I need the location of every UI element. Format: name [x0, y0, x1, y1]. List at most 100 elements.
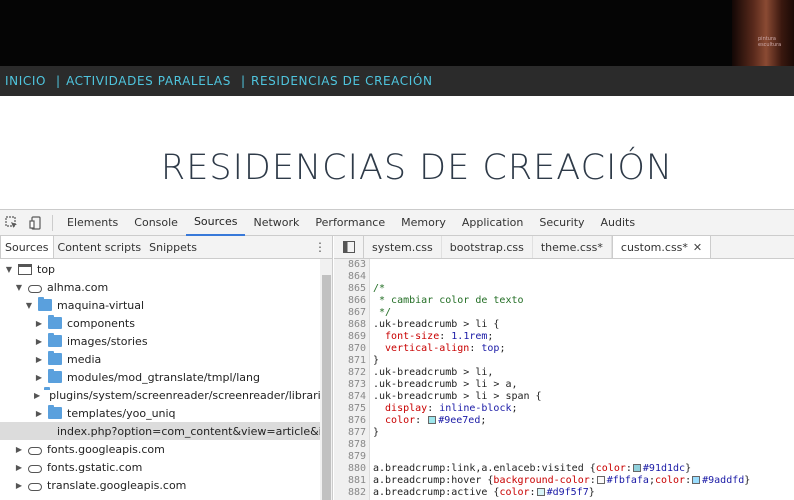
collapsed-arrow-icon[interactable]: ▶	[34, 337, 44, 346]
tree-item-label: top	[37, 262, 56, 276]
tree-item-maquina-virtual[interactable]: ▼ maquina-virtual	[0, 296, 321, 314]
collapsed-arrow-icon[interactable]: ▶	[14, 463, 24, 472]
collapsed-arrow-icon[interactable]: ▶	[34, 355, 44, 364]
folder-icon	[38, 297, 52, 311]
nav-link-actividades-paralelas[interactable]: ACTIVIDADES PARALELAS	[66, 74, 231, 88]
folder-icon	[48, 351, 62, 365]
editor-tab-system-css[interactable]: system.css	[364, 236, 442, 258]
collapsed-arrow-icon[interactable]: ▶	[14, 445, 24, 454]
code-declaration: display: inline-block;	[373, 403, 518, 414]
line-number: 869	[347, 331, 366, 342]
collapsed-arrow-icon[interactable]: ▶	[14, 481, 24, 490]
tree-item-fonts-googleapis[interactable]: ▶ fonts.googleapis.com	[0, 440, 321, 458]
close-tab-icon[interactable]: ✕	[693, 241, 702, 254]
tree-item-alhma[interactable]: ▼ alhma.com	[0, 278, 321, 296]
tab-sources[interactable]: Sources	[185, 210, 246, 236]
editor-tab-bootstrap-css[interactable]: bootstrap.css	[442, 236, 533, 258]
navigator-tab-snippets[interactable]: Snippets	[145, 236, 201, 258]
navigator-scrollbar[interactable]	[320, 259, 332, 500]
tab-console[interactable]: Console	[126, 210, 186, 236]
tab-elements[interactable]: Elements	[59, 210, 126, 236]
nav-link-inicio[interactable]: INICIO	[5, 74, 46, 88]
tree-item-templates[interactable]: ▶ templates/yoo_uniq	[0, 404, 321, 422]
nav-separator: |	[56, 74, 61, 88]
tab-performance[interactable]: Performance	[307, 210, 393, 236]
tree-item-components[interactable]: ▶ components	[0, 314, 321, 332]
collapsed-arrow-icon[interactable]: ▶	[34, 373, 44, 382]
code-declaration: color: #9ee7ed;	[373, 415, 487, 426]
css-property: color	[373, 415, 416, 426]
tree-item-images-stories[interactable]: ▶ images/stories	[0, 332, 321, 350]
tree-item-label: media	[67, 352, 102, 366]
tab-memory[interactable]: Memory	[393, 210, 454, 236]
line-number: 878	[347, 439, 366, 450]
code-line: 872 .uk-breadcrumb > li,	[334, 367, 794, 379]
code-area[interactable]: 863 864 865 /* 866 * cambiar color de tex…	[334, 259, 794, 500]
color-swatch[interactable]	[428, 416, 437, 424]
device-toolbar-icon[interactable]	[24, 210, 48, 236]
navigator-tabs: Sources Content scripts Snippets ⋮	[0, 236, 332, 259]
color-swatch[interactable]	[536, 488, 545, 496]
more-options-icon[interactable]: ⋮	[314, 240, 326, 254]
navigator-tab-sources[interactable]: Sources	[0, 236, 54, 258]
code-comment: /*	[373, 283, 386, 294]
tree-item-media[interactable]: ▶ media	[0, 350, 321, 368]
tab-application[interactable]: Application	[454, 210, 531, 236]
code-line: 875 display: inline-block;	[334, 403, 794, 415]
code-selector: .uk-breadcrumb > li > span {	[373, 391, 542, 402]
css-value: 1.1rem	[451, 331, 488, 342]
line-number: 874	[347, 391, 366, 402]
code-line: 876 color: #9ee7ed;	[334, 415, 794, 427]
tree-item-label: components	[67, 316, 135, 330]
css-value: #fbfafa	[606, 475, 649, 486]
line-number: 876	[347, 415, 366, 426]
css-value: top	[481, 343, 500, 354]
nav-link-residencias-de-creacion[interactable]: RESIDENCIAS DE CREACIÓN	[251, 74, 433, 88]
color-swatch[interactable]	[692, 476, 701, 484]
code-rule: a.breadcrump:active {color: #d9f5f7}	[373, 487, 595, 498]
css-value: inline-block	[439, 403, 512, 414]
expanded-arrow-icon[interactable]: ▼	[14, 283, 24, 292]
color-swatch[interactable]	[632, 464, 641, 472]
devtools-panel: Elements Console Sources Network Perform…	[0, 209, 794, 500]
navigator-tab-content-scripts[interactable]: Content scripts	[54, 236, 146, 258]
tree-item-plugins[interactable]: ▶ plugins/system/screenreader/screenread…	[0, 386, 332, 404]
tree-item-label: maquina-virtual	[57, 298, 145, 312]
tab-audits[interactable]: Audits	[593, 210, 644, 236]
tab-security[interactable]: Security	[531, 210, 592, 236]
collapsed-arrow-icon[interactable]: ▶	[34, 391, 40, 400]
collapsed-arrow-icon[interactable]: ▶	[34, 319, 44, 328]
tree-item-fonts-gstatic[interactable]: ▶ fonts.gstatic.com	[0, 458, 321, 476]
tree-item-top[interactable]: ▼ top	[0, 260, 321, 278]
line-number: 881	[347, 475, 366, 486]
line-number: 866	[347, 295, 366, 306]
page-title: RESIDENCIAS DE CREACIÓN	[160, 148, 674, 188]
tree-item-translate-googleapis[interactable]: ▶ translate.googleapis.com	[0, 476, 321, 494]
expanded-arrow-icon[interactable]: ▼	[4, 265, 14, 274]
css-property: background-color	[493, 475, 590, 486]
code-text: }	[373, 355, 380, 366]
hero-image-caption: pintura escultura	[758, 36, 782, 48]
expanded-arrow-icon[interactable]: ▼	[24, 301, 34, 310]
tree-item-index-php[interactable]: index.php?option=com_content&view=articl…	[0, 422, 332, 440]
code-line: 869 font-size: 1.1rem;	[334, 331, 794, 343]
css-property: color	[499, 487, 530, 498]
code-selector: .uk-breadcrumb > li,	[373, 367, 494, 378]
cloud-icon	[28, 464, 42, 473]
line-number: 873	[347, 379, 366, 390]
color-swatch[interactable]	[596, 476, 605, 484]
line-number: 879	[347, 451, 366, 462]
toggle-navigator-icon[interactable]	[334, 236, 364, 258]
editor-tab-theme-css[interactable]: theme.css*	[533, 236, 612, 258]
collapsed-arrow-icon[interactable]: ▶	[34, 409, 44, 418]
tab-network[interactable]: Network	[245, 210, 307, 236]
editor-tab-custom-css[interactable]: custom.css* ✕	[611, 236, 712, 258]
code-line: 865 /*	[334, 283, 794, 295]
inspect-element-icon[interactable]	[0, 210, 24, 236]
code-line: 878	[334, 439, 794, 451]
css-property: font-size	[373, 331, 440, 342]
folder-icon	[48, 315, 62, 329]
hero-image	[732, 0, 794, 66]
tree-item-modules[interactable]: ▶ modules/mod_gtranslate/tmpl/lang	[0, 368, 321, 386]
scrollbar-thumb[interactable]	[322, 275, 331, 500]
